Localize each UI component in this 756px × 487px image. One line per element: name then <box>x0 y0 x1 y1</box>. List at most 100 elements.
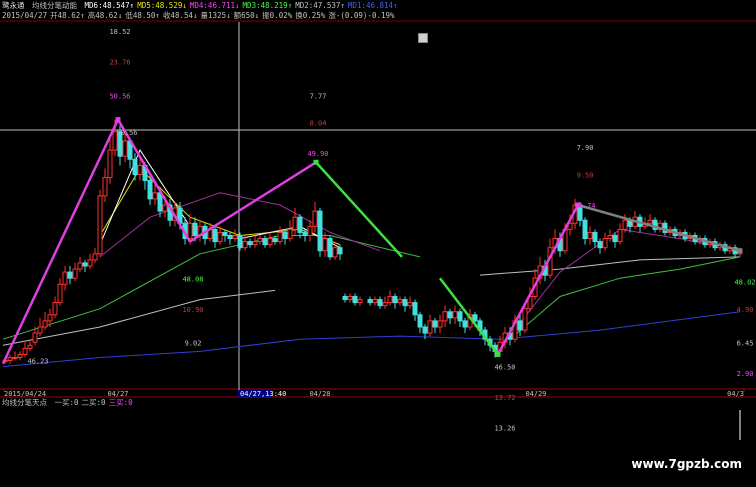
candle-body <box>342 296 348 301</box>
ma-line-md3 <box>2 235 421 340</box>
pen-stroke <box>496 204 580 355</box>
candle-body <box>647 219 653 224</box>
x-tick-label: 04/3 <box>727 390 744 398</box>
candle-body <box>237 235 243 249</box>
value-annotation: 46.23 <box>27 358 48 366</box>
value-annotation: 9.02 <box>185 339 202 347</box>
candle-body <box>232 235 238 240</box>
candle-body <box>597 241 603 249</box>
value-annotation: 50.56 <box>109 92 130 100</box>
candle-body <box>107 149 113 179</box>
value-annotation: 50.56 <box>116 129 137 137</box>
value-annotation: 8.04 <box>310 120 327 128</box>
candle-body <box>602 238 608 249</box>
candle-body <box>22 347 28 355</box>
candle-body <box>397 299 403 304</box>
ma-line-md2b <box>479 256 741 276</box>
value-annotation: 18.52 <box>109 28 130 36</box>
candle-body <box>372 299 378 304</box>
candle-body <box>302 231 308 236</box>
value-annotation: 4.90 <box>737 306 754 314</box>
candle-body <box>357 299 363 304</box>
candle-body <box>152 192 158 200</box>
ma-line-md1 <box>2 311 741 368</box>
candle-body <box>292 216 298 230</box>
pen-turning-point <box>737 248 743 254</box>
value-annotation: 49.90 <box>307 150 328 158</box>
candle-body <box>17 353 23 359</box>
candle-body <box>367 299 373 304</box>
candle-body <box>287 228 293 240</box>
candle-body <box>347 296 353 301</box>
candle-body <box>102 177 108 197</box>
candle-body <box>12 357 18 359</box>
candle-body <box>27 344 33 349</box>
value-annotation: 48.02 <box>734 278 755 286</box>
value-annotation: 6.45 <box>737 339 754 347</box>
candle-body <box>587 231 593 240</box>
value-annotation: 13.72 <box>494 394 515 402</box>
candle-body <box>422 326 428 334</box>
candle-body <box>242 241 248 249</box>
candle-body <box>332 247 338 258</box>
candle-body <box>252 241 258 246</box>
candle-body <box>82 262 88 267</box>
sub-panel-title: 均线分笔天点 <box>2 398 47 407</box>
candle-body <box>282 231 288 240</box>
candle-body <box>187 222 193 240</box>
candle-body <box>267 238 273 246</box>
candle-body <box>592 231 598 243</box>
candle-body <box>442 311 448 322</box>
candle-body <box>457 311 463 322</box>
candle-body <box>297 216 303 233</box>
candle-body <box>327 238 333 258</box>
candle-body <box>122 140 128 157</box>
candle-body <box>417 314 423 328</box>
candle-body <box>72 268 78 279</box>
candle-body <box>582 219 588 240</box>
candle-body <box>407 302 413 307</box>
value-annotation: 10.90 <box>182 306 203 314</box>
chart-canvas: 18.52 23.76 50.56 50.56 7.77 8.04 49.90 7.90 9.5… <box>0 20 756 440</box>
candle-body <box>47 314 53 322</box>
candle-body <box>272 238 278 243</box>
watermark-text: www.7gpzb.com <box>631 457 742 471</box>
candle-body <box>222 231 228 236</box>
candle-body <box>447 311 453 319</box>
candle-body <box>77 262 83 270</box>
candle-body <box>427 320 433 334</box>
candle-body <box>212 228 218 243</box>
candle-body <box>612 235 618 243</box>
candle-body <box>307 225 313 237</box>
candle-body <box>382 302 388 307</box>
crosshair-time-label: 04/27,13:40 <box>240 390 286 398</box>
candle-body <box>317 210 323 252</box>
value-annotation: 48.08 <box>182 275 203 283</box>
x-tick-label: 2015/04/24 <box>4 390 46 398</box>
candle-body <box>617 228 623 243</box>
candle-body <box>452 311 458 319</box>
sub-panel-header: 均线分笔天点 一买:0 二买:0 三买:0 <box>2 398 139 407</box>
candle-body <box>7 357 13 362</box>
pen-turning-point <box>313 159 319 165</box>
value-annotation: 9.50 <box>577 172 594 180</box>
candle-body <box>192 222 198 237</box>
sub-panel-item: 一买:0 <box>54 398 79 407</box>
candle-body <box>517 320 523 331</box>
sub-panel-item: 二买:0 <box>81 398 106 407</box>
pen-stroke <box>116 118 192 243</box>
value-annotation: 23.76 <box>109 59 130 67</box>
value-annotation: 2.90 <box>737 370 754 378</box>
sub-panel-item: 三买:0 <box>108 398 133 407</box>
value-annotation: 7.77 <box>310 92 327 100</box>
candle-body <box>257 238 263 243</box>
candle-body <box>277 231 283 243</box>
pen-turning-point <box>495 351 501 357</box>
candle-body <box>227 235 233 240</box>
candle-body <box>437 320 443 328</box>
sub-panel-items: 一买:0 二买:0 三买:0 <box>55 398 136 407</box>
candle-body <box>137 164 143 176</box>
candle-body <box>387 296 393 304</box>
candle-body <box>607 235 613 240</box>
candle-body <box>352 296 358 304</box>
